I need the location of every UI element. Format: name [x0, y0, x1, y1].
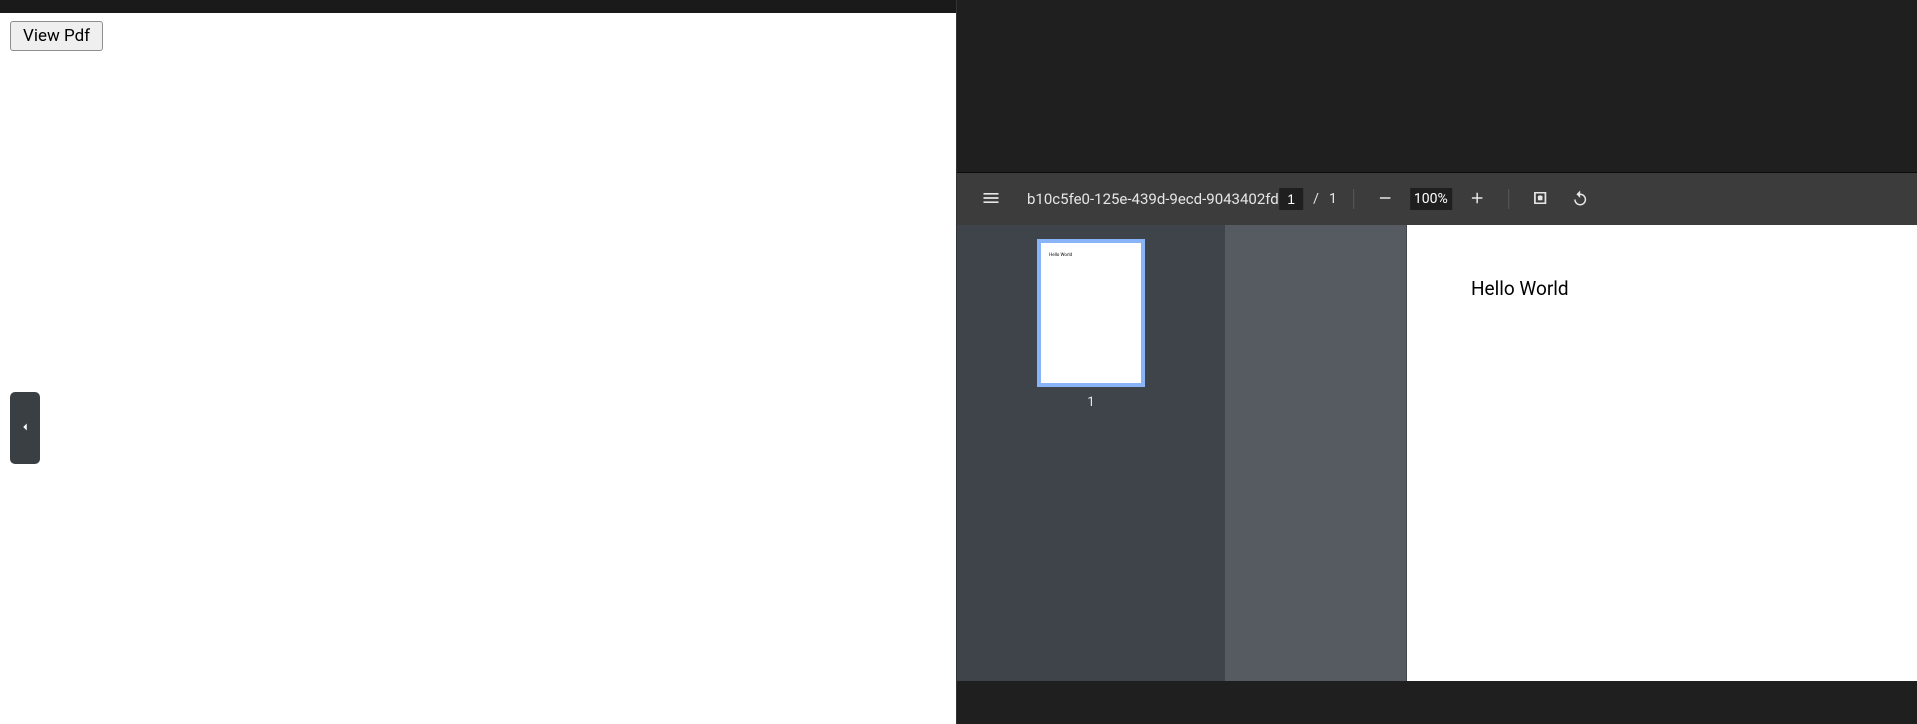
- page-text-content: Hello World: [1471, 277, 1853, 300]
- toolbar-divider: [1508, 189, 1509, 209]
- pdf-viewer-pane: b10c5fe0-125e-439d-9ecd-9043402fdaa6 / 1…: [957, 0, 1917, 724]
- viewer-bottom-spacer: [957, 681, 1917, 724]
- thumbnail-preview-text: Hello World: [1049, 253, 1133, 258]
- zoom-out-button[interactable]: [1370, 183, 1400, 216]
- fit-to-page-button[interactable]: [1525, 183, 1555, 216]
- rotate-icon: [1571, 189, 1589, 210]
- thumbnail-panel: Hello World 1: [957, 225, 1225, 681]
- rotate-button[interactable]: [1565, 183, 1595, 216]
- left-pane: View Pdf: [0, 0, 957, 724]
- minus-icon: [1376, 189, 1394, 210]
- toolbar-divider: [1353, 189, 1354, 209]
- fit-page-icon: [1531, 189, 1549, 210]
- pdf-page[interactable]: Hello World: [1407, 225, 1917, 681]
- menu-button[interactable]: [975, 182, 1007, 217]
- zoom-level-display[interactable]: 100%: [1410, 188, 1452, 210]
- thumbnail-page-number: 1: [1087, 395, 1094, 410]
- view-pdf-button[interactable]: View Pdf: [10, 21, 103, 51]
- zoom-in-button[interactable]: [1462, 183, 1492, 216]
- page-thumbnail[interactable]: Hello World: [1037, 239, 1145, 387]
- side-panel-toggle[interactable]: [10, 392, 40, 464]
- hamburger-icon: [981, 188, 1001, 211]
- pdf-toolbar: b10c5fe0-125e-439d-9ecd-9043402fdaa6 / 1…: [957, 173, 1917, 225]
- page-gutter: [1225, 225, 1407, 681]
- current-page-input[interactable]: [1279, 188, 1303, 210]
- left-top-bar: [0, 0, 956, 13]
- document-title: b10c5fe0-125e-439d-9ecd-9043402fdaa6: [1027, 190, 1304, 208]
- page-separator: /: [1313, 191, 1319, 207]
- viewer-top-spacer: [957, 0, 1917, 173]
- pdf-body: Hello World 1 Hello World: [957, 225, 1917, 681]
- chevron-left-icon: [18, 419, 32, 438]
- plus-icon: [1468, 189, 1486, 210]
- total-pages: 1: [1329, 191, 1337, 207]
